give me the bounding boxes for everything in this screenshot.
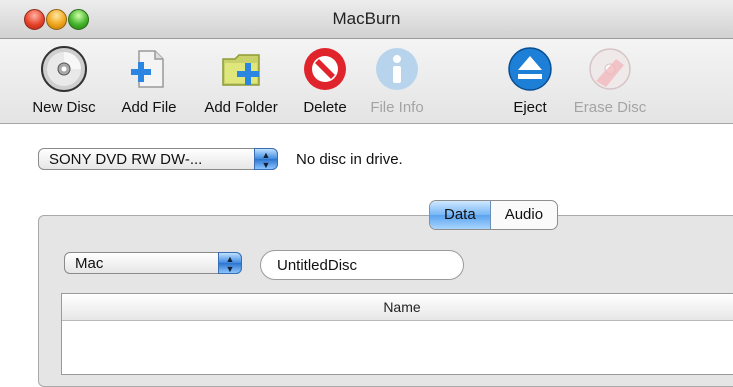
new-disc-button[interactable]: New Disc (20, 45, 108, 116)
add-file-button[interactable]: Add File (111, 45, 187, 116)
eject-label: Eject (513, 99, 547, 116)
disc-name-field[interactable]: UntitledDisc (260, 250, 464, 280)
updown-arrows-icon: ▲ ▼ (254, 148, 278, 170)
updown-arrows-icon: ▲ ▼ (218, 252, 242, 274)
new-disc-label: New Disc (32, 99, 96, 116)
disc-format-select[interactable]: Mac ▲ ▼ (64, 252, 242, 274)
drive-status: No disc in drive. (296, 151, 403, 168)
mode-tabs: Data Audio (429, 200, 559, 230)
close-window-button[interactable] (24, 9, 45, 30)
info-icon (376, 48, 418, 90)
disc-format-value: Mac (75, 255, 104, 272)
delete-icon (304, 48, 346, 90)
add-folder-label: Add Folder (204, 99, 278, 116)
delete-label: Delete (303, 99, 347, 116)
eject-icon (508, 47, 552, 91)
column-header-label: Name (383, 299, 421, 315)
drive-select-value: SONY DVD RW DW-... (49, 151, 203, 168)
erase-disc-button[interactable]: Erase Disc (565, 45, 655, 116)
eject-button[interactable]: Eject (502, 45, 558, 116)
zoom-window-button[interactable] (68, 9, 89, 30)
tab-data[interactable]: Data (430, 201, 491, 229)
minimize-window-button[interactable] (46, 9, 67, 30)
column-header-name[interactable]: Name (62, 294, 733, 321)
add-folder-icon (222, 54, 260, 86)
new-disc-icon (41, 46, 87, 92)
toolbar: New Disc Add File Add Folder Delete File… (0, 39, 733, 124)
erase-disc-icon (589, 48, 631, 90)
tab-audio[interactable]: Audio (491, 201, 557, 229)
delete-button[interactable]: Delete (296, 45, 354, 116)
add-file-label: Add File (121, 99, 177, 116)
file-info-button[interactable]: File Info (362, 45, 432, 116)
drive-select[interactable]: SONY DVD RW DW-... ▲ ▼ (38, 148, 278, 170)
add-file-icon (131, 50, 164, 88)
add-folder-button[interactable]: Add Folder (193, 45, 289, 116)
window-title: MacBurn (332, 9, 401, 28)
erase-disc-label: Erase Disc (573, 99, 647, 116)
file-info-label: File Info (370, 99, 424, 116)
title-bar: MacBurn (0, 0, 733, 39)
